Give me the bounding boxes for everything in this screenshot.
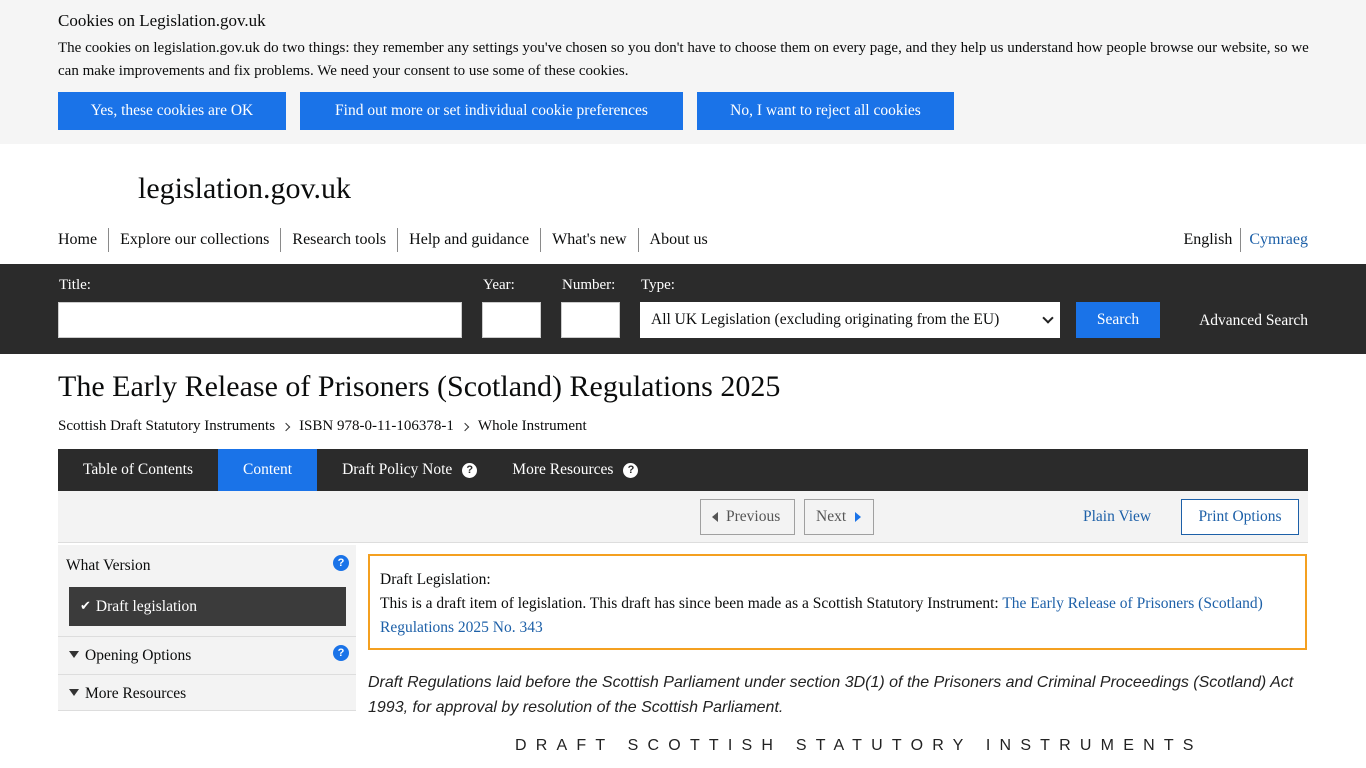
next-label: Next <box>816 508 847 525</box>
reject-cookies-button[interactable]: No, I want to reject all cookies <box>697 92 954 130</box>
title-label: Title: <box>59 277 91 293</box>
year-label: Year: <box>483 277 515 293</box>
tab-content[interactable]: Content <box>217 449 318 499</box>
breadcrumb-item[interactable]: ISBN 978-0-11-106378-1 <box>299 418 454 435</box>
cookie-text: The cookies on legislation.gov.uk do two… <box>58 40 1309 79</box>
tab-table-of-contents[interactable]: Table of Contents <box>58 449 218 491</box>
cookie-title: Cookies on Legislation.gov.uk <box>58 11 266 30</box>
nav-home[interactable]: Home <box>58 228 108 252</box>
chevron-down-icon <box>1042 312 1054 324</box>
type-select-value: All UK Legislation (excluding originatin… <box>651 311 1000 328</box>
accept-cookies-button[interactable]: Yes, these cookies are OK <box>58 92 286 130</box>
more-resources-toggle[interactable]: More Resources <box>58 674 356 712</box>
document-tabs: Table of Contents Content Draft Policy N… <box>58 449 1308 499</box>
help-icon[interactable]: ? <box>333 645 349 661</box>
main-nav: Home Explore our collections Research to… <box>58 228 719 252</box>
help-icon[interactable]: ? <box>333 555 349 571</box>
draft-legislation-button[interactable]: ✔ Draft legislation <box>69 587 346 626</box>
lang-welsh-link[interactable]: Cymraeg <box>1241 231 1308 249</box>
tab-label: More Resources <box>512 461 614 478</box>
notice-body: This is a draft item of legislation. Thi… <box>380 592 1295 640</box>
search-button[interactable]: Search <box>1076 302 1160 338</box>
number-input[interactable] <box>561 302 620 338</box>
title-input[interactable] <box>58 302 462 338</box>
nav-about-us[interactable]: About us <box>637 228 719 252</box>
more-resources-label: More Resources <box>85 684 187 702</box>
nav-research-tools[interactable]: Research tools <box>280 228 397 252</box>
notice-heading: Draft Legislation: <box>380 571 491 588</box>
breadcrumb-item[interactable]: Scottish Draft Statutory Instruments <box>58 418 275 435</box>
site-logo[interactable]: legislation.gov.uk <box>138 172 351 206</box>
lang-english: English <box>1183 228 1242 252</box>
cookie-preferences-button[interactable]: Find out more or set individual cookie p… <box>300 92 683 130</box>
what-version-heading: What Version <box>66 557 151 574</box>
caret-left-icon <box>712 512 718 522</box>
tab-label: Draft Policy Note <box>342 461 453 478</box>
draft-legislation-label: Draft legislation <box>95 597 198 615</box>
document-toolbar: Previous Next Plain View Print Options <box>58 491 1308 543</box>
page-title: The Early Release of Prisoners (Scotland… <box>58 370 781 403</box>
chevron-right-icon <box>281 422 291 431</box>
draft-notice: Draft Legislation: This is a draft item … <box>368 554 1307 650</box>
nav-explore-collections[interactable]: Explore our collections <box>108 228 280 252</box>
plain-view-link[interactable]: Plain View <box>1083 508 1151 526</box>
chevron-right-icon <box>460 422 470 431</box>
checkmark-icon: ✔ <box>80 599 91 614</box>
notice-text: This is a draft item of legislation. Thi… <box>380 595 1003 612</box>
previous-label: Previous <box>726 508 781 525</box>
sidebar: What Version ? ✔ Draft legislation Openi… <box>58 545 356 711</box>
type-select[interactable]: All UK Legislation (excluding originatin… <box>640 302 1060 338</box>
tab-label: Content <box>242 461 293 478</box>
print-options-button[interactable]: Print Options <box>1181 499 1299 535</box>
tab-label: Table of Contents <box>83 461 193 478</box>
type-label: Type: <box>641 277 675 293</box>
nav-help-guidance[interactable]: Help and guidance <box>397 228 540 252</box>
year-input[interactable] <box>482 302 541 338</box>
cookie-banner: Cookies on Legislation.gov.uk The cookie… <box>0 0 1366 144</box>
caret-down-icon <box>69 688 79 696</box>
instrument-heading: DRAFT SCOTTISH STATUTORY INSTRUMENTS <box>515 737 1203 754</box>
next-button[interactable]: Next <box>804 499 874 535</box>
help-icon[interactable]: ? <box>623 462 639 478</box>
nav-whats-new[interactable]: What's new <box>540 228 637 252</box>
advanced-search-link[interactable]: Advanced Search <box>1199 312 1308 330</box>
opening-options-label: Opening Options <box>85 646 192 664</box>
search-bar: Title: Year: Number: Type: All UK Legisl… <box>0 264 1366 354</box>
caret-down-icon <box>69 650 79 658</box>
number-label: Number: <box>562 277 616 293</box>
breadcrumb-item[interactable]: Whole Instrument <box>478 418 587 435</box>
breadcrumb: Scottish Draft Statutory Instruments ISB… <box>58 418 587 435</box>
intro-text: Draft Regulations laid before the Scotti… <box>368 674 1294 716</box>
previous-button[interactable]: Previous <box>700 499 795 535</box>
caret-right-icon <box>855 512 862 522</box>
opening-options-toggle[interactable]: Opening Options <box>58 636 356 674</box>
tab-draft-policy-note[interactable]: Draft Policy Note ? <box>317 449 502 491</box>
help-icon[interactable]: ? <box>462 462 478 478</box>
language-switcher: English Cymraeg <box>1183 228 1308 252</box>
tab-more-resources[interactable]: More Resources ? <box>502 449 663 491</box>
